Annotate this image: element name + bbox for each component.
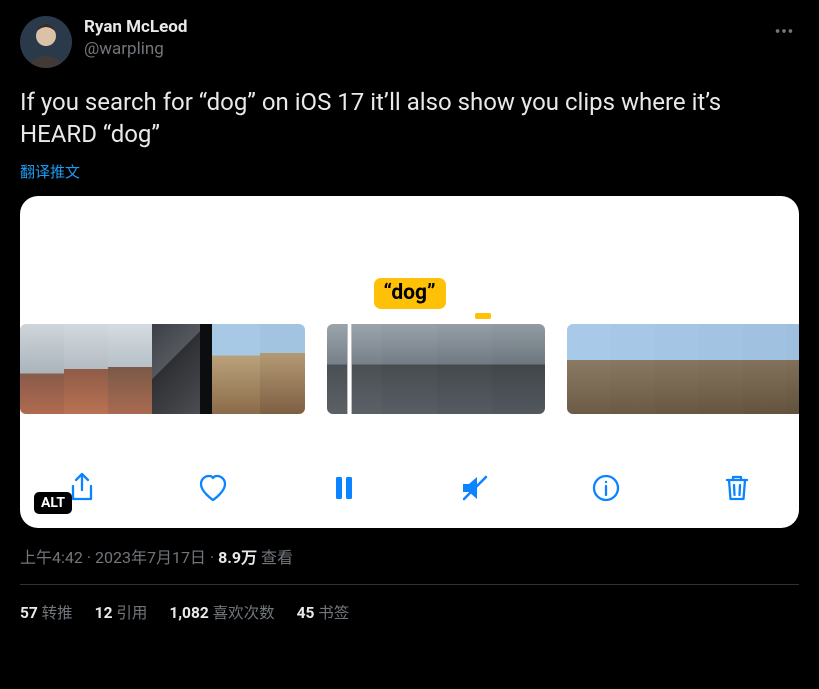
delete-button[interactable] (715, 466, 759, 510)
alt-badge[interactable]: ALT (34, 492, 72, 514)
meta-time[interactable]: 上午4:42 (20, 548, 83, 567)
pause-button[interactable] (322, 466, 366, 510)
timeline-clip[interactable] (20, 324, 305, 414)
mute-button[interactable] (453, 466, 497, 510)
tweet-header: Ryan McLeod @warpling (20, 16, 799, 68)
tweet-meta: 上午4:42 · 2023年7月17日 · 8.9万 查看 (20, 544, 799, 568)
views-count: 8.9万 (218, 548, 257, 567)
author-block[interactable]: Ryan McLeod @warpling (84, 16, 187, 60)
stat-retweets[interactable]: 57 转推 (20, 601, 73, 623)
translate-link[interactable]: 翻译推文 (20, 161, 80, 182)
more-options-button[interactable] (769, 16, 799, 51)
media-attachment[interactable]: “dog” (20, 196, 799, 528)
views-label: 查看 (261, 548, 293, 567)
media-toolbar (20, 466, 799, 510)
marker-tick (475, 313, 491, 319)
stat-bookmarks[interactable]: 45 书签 (297, 601, 350, 623)
playhead[interactable] (347, 324, 352, 414)
video-timeline[interactable] (20, 324, 799, 414)
tweet-container: Ryan McLeod @warpling If you search for … (0, 0, 819, 639)
like-button[interactable] (191, 466, 235, 510)
tweet-text: If you search for “dog” on iOS 17 it’ll … (20, 86, 799, 151)
display-name: Ryan McLeod (84, 16, 187, 38)
stat-quotes[interactable]: 12 引用 (95, 601, 148, 623)
handle: @warpling (84, 38, 187, 60)
avatar[interactable] (20, 16, 72, 68)
stat-likes[interactable]: 1,082 喜欢次数 (169, 601, 274, 623)
info-button[interactable] (584, 466, 628, 510)
timeline-clip[interactable] (567, 324, 799, 414)
meta-date[interactable]: 2023年7月17日 (95, 548, 206, 567)
search-term-pill: “dog” (373, 278, 445, 309)
tweet-stats: 57 转推 12 引用 1,082 喜欢次数 45 书签 (20, 585, 799, 639)
timeline-clip[interactable] (327, 324, 545, 414)
